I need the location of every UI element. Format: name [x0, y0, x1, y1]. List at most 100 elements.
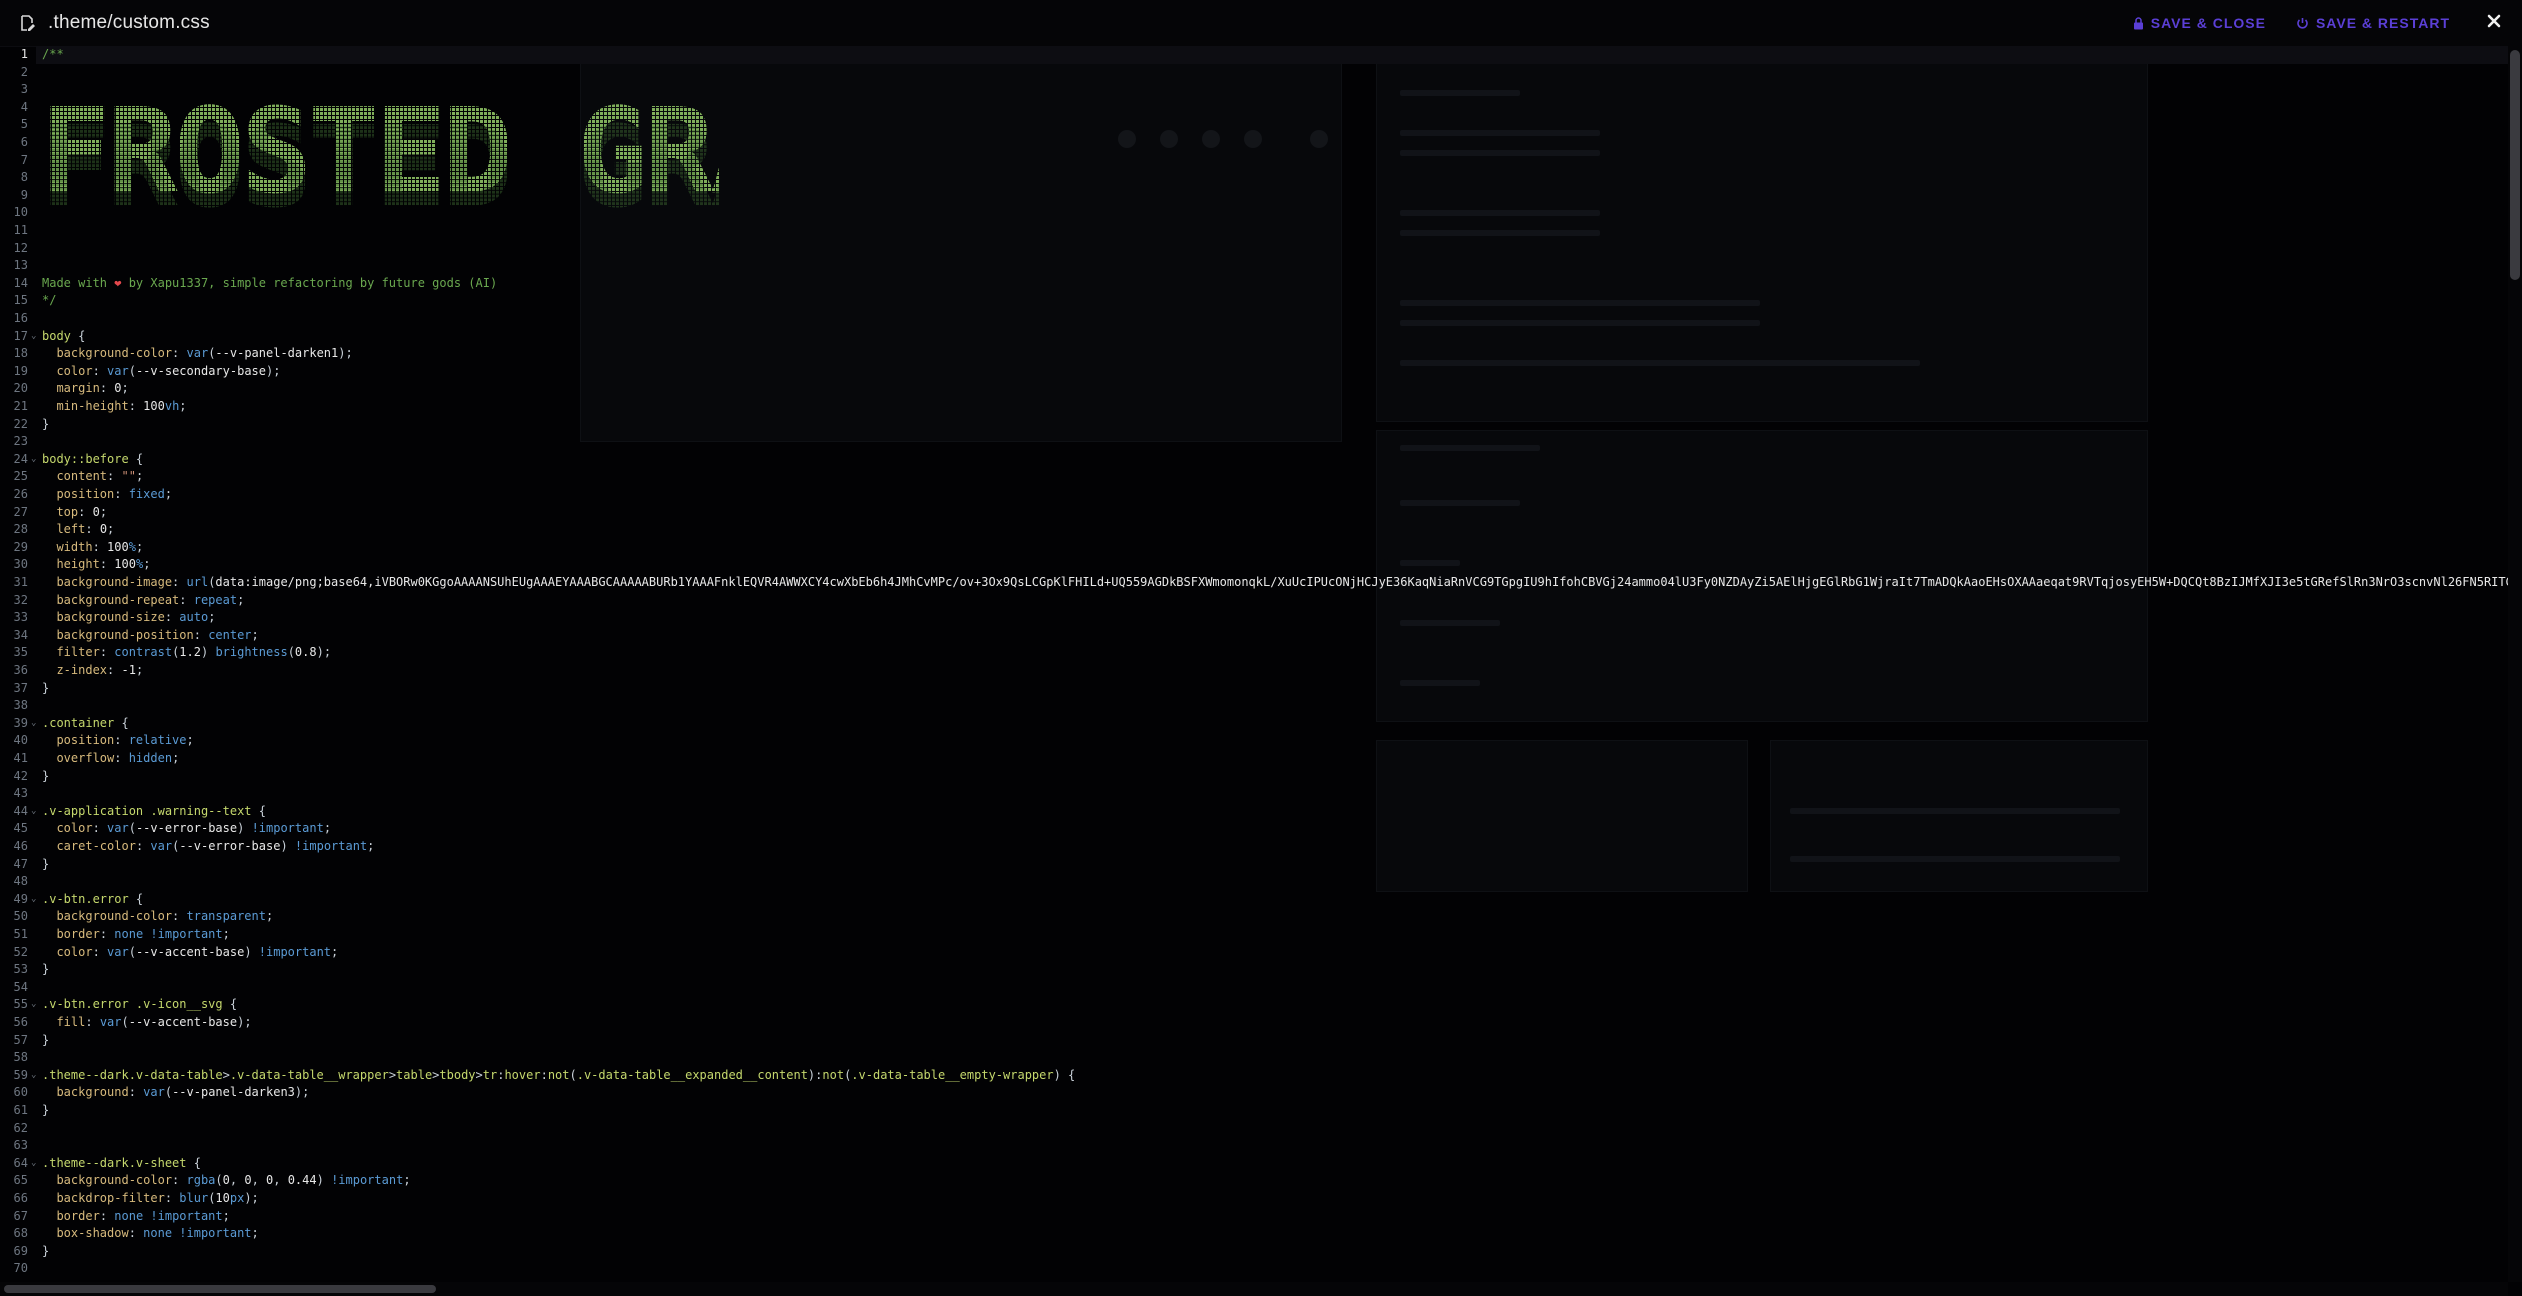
line-number: 69: [13, 1243, 28, 1258]
code-text: background-color: transparent;: [56, 909, 274, 924]
code-line[interactable]: 31 background-image: url(data:image/png;…: [0, 574, 2508, 592]
code-line[interactable]: 21 min-height: 100vh;: [0, 398, 2500, 416]
code-line[interactable]: 29 width: 100%;: [0, 539, 2500, 557]
code-text: color: var(--v-accent-base) !important;: [56, 944, 339, 959]
code-line[interactable]: 51 border: none !important;: [0, 926, 2500, 944]
code-line[interactable]: 40 position: relative;: [0, 732, 2500, 750]
line-number: 64: [13, 1155, 28, 1170]
code-line[interactable]: 18 background-color: var(--v-panel-darke…: [0, 345, 2500, 363]
fold-chevron-icon[interactable]: ⌄: [31, 996, 36, 1014]
code-line[interactable]: 60 background: var(--v-panel-darken3);: [0, 1084, 2500, 1102]
fold-chevron-icon[interactable]: ⌄: [31, 451, 36, 469]
code-line[interactable]: 26 position: fixed;: [0, 486, 2500, 504]
code-line[interactable]: 32 background-repeat: repeat;: [0, 592, 2500, 610]
code-line[interactable]: 41 overflow: hidden;: [0, 750, 2500, 768]
line-number: 17: [13, 328, 28, 343]
code-line[interactable]: 56 fill: var(--v-accent-base);: [0, 1014, 2500, 1032]
code-line[interactable]: 25 content: "";: [0, 468, 2500, 486]
line-number: 20: [13, 381, 28, 396]
line-number: 63: [13, 1138, 28, 1153]
code-line[interactable]: 16: [0, 310, 2500, 328]
editor-title-bar: .theme/custom.css SAVE & CLOSE SAVE & RE…: [0, 0, 2522, 47]
code-line[interactable]: 63: [0, 1137, 2500, 1155]
code-text: content: "";: [56, 469, 144, 484]
code-line[interactable]: 37}: [0, 680, 2500, 698]
line-number: 66: [13, 1191, 28, 1205]
code-line[interactable]: 44 ⌄ .v-application .warning--text {: [0, 803, 2500, 821]
code-line[interactable]: 17 ⌄ body {: [0, 328, 2500, 346]
code-line[interactable]: 52 color: var(--v-accent-base) !importan…: [0, 944, 2500, 962]
code-line[interactable]: 14 Made with ❤ by Xapu1337, simple refact…: [0, 275, 2500, 293]
code-line[interactable]: 30 height: 100%;: [0, 556, 2500, 574]
code-line[interactable]: 13: [0, 257, 2500, 275]
code-line[interactable]: 35 filter: contrast(1.2) brightness(0.8)…: [0, 644, 2500, 662]
code-line[interactable]: 50 background-color: transparent;: [0, 908, 2500, 926]
line-number: 25: [13, 469, 28, 484]
code-line[interactable]: 68 box-shadow: none !important;: [0, 1225, 2500, 1243]
editor-file-title: .theme/custom.css: [48, 12, 210, 33]
horizontal-scrollbar[interactable]: [0, 1282, 2508, 1296]
code-text: position: relative;: [56, 733, 194, 748]
fold-chevron-icon[interactable]: ⌄: [31, 1155, 36, 1173]
close-button[interactable]: [2480, 9, 2508, 37]
line-number: 27: [13, 504, 28, 519]
code-editor[interactable]: 1/** 2 3 4 5 6 7 8 9 10 11 12 13 14 Made with ❤ by Xap…: [0, 46, 2508, 1282]
code-line[interactable]: 34 background-position: center;: [0, 627, 2500, 645]
vertical-scrollbar[interactable]: [2508, 46, 2522, 1282]
fold-chevron-icon[interactable]: ⌄: [31, 891, 36, 909]
line-number: 42: [13, 768, 28, 783]
code-line[interactable]: 59 ⌄ .theme--dark.v-data-table>.v-data-tab…: [0, 1067, 2500, 1085]
code-line[interactable]: 58: [0, 1049, 2500, 1067]
code-line[interactable]: 38: [0, 697, 2500, 715]
vertical-scroll-thumb[interactable]: [2510, 50, 2520, 280]
code-line[interactable]: 39 ⌄ .container {: [0, 715, 2500, 733]
code-line[interactable]: 67 border: none !important;: [0, 1208, 2500, 1226]
code-line[interactable]: 23: [0, 433, 2500, 451]
code-line[interactable]: 33 background-size: auto;: [0, 609, 2500, 627]
code-line[interactable]: 24 ⌄ body::before {: [0, 451, 2500, 469]
code-text: }: [42, 768, 50, 783]
code-text: }: [42, 856, 50, 871]
code-line[interactable]: 45 color: var(--v-error-base) !important…: [0, 820, 2500, 838]
code-line[interactable]: 55 ⌄ .v-btn.error .v-icon__svg {: [0, 996, 2500, 1014]
fold-chevron-icon[interactable]: ⌄: [31, 328, 36, 346]
code-line[interactable]: 43: [0, 785, 2500, 803]
code-line[interactable]: 53}: [0, 961, 2500, 979]
code-line[interactable]: 15 */: [0, 292, 2500, 310]
code-line[interactable]: 48: [0, 873, 2500, 891]
code-line[interactable]: 20 margin: 0;: [0, 380, 2500, 398]
code-line[interactable]: 64 ⌄ .theme--dark.v-sheet {: [0, 1155, 2500, 1173]
line-number: 53: [13, 962, 28, 977]
code-text: .v-application .warning--text {: [42, 803, 266, 818]
save-close-button[interactable]: SAVE & CLOSE: [2133, 15, 2266, 31]
line-number: 68: [13, 1226, 28, 1241]
code-line[interactable]: 47}: [0, 856, 2500, 874]
line-number: 32: [13, 592, 28, 607]
fold-chevron-icon[interactable]: ⌄: [31, 803, 36, 821]
code-line[interactable]: 36 z-index: -1;: [0, 662, 2500, 680]
code-line[interactable]: 2: [0, 64, 2500, 82]
code-text: background-position: center;: [56, 627, 259, 642]
code-line[interactable]: 49 ⌄ .v-btn.error {: [0, 891, 2500, 909]
code-line[interactable]: 19 color: var(--v-secondary-base);: [0, 363, 2500, 381]
code-line[interactable]: 70: [0, 1260, 2500, 1278]
code-line[interactable]: 69}: [0, 1243, 2500, 1261]
code-line[interactable]: 22}: [0, 416, 2500, 434]
horizontal-scroll-thumb[interactable]: [4, 1285, 436, 1293]
save-restart-button[interactable]: SAVE & RESTART: [2296, 15, 2450, 31]
code-line[interactable]: 66 backdrop-filter: blur(10px);: [0, 1190, 2500, 1208]
code-line[interactable]: 65 background-color: rgba(0, 0, 0, 0.44)…: [0, 1172, 2500, 1190]
code-line[interactable]: 61}: [0, 1102, 2500, 1120]
line-number: 58: [13, 1050, 28, 1065]
code-line[interactable]: 62: [0, 1120, 2500, 1138]
code-line[interactable]: 27 top: 0;: [0, 504, 2500, 522]
fold-chevron-icon[interactable]: ⌄: [31, 1067, 36, 1085]
code-line[interactable]: 42}: [0, 768, 2500, 786]
code-line[interactable]: 46 caret-color: var(--v-error-base) !imp…: [0, 838, 2500, 856]
code-line[interactable]: 54: [0, 979, 2500, 997]
code-line[interactable]: 28 left: 0;: [0, 521, 2500, 539]
line-number: 57: [13, 1032, 28, 1047]
fold-chevron-icon[interactable]: ⌄: [31, 715, 36, 733]
code-line[interactable]: 57}: [0, 1032, 2500, 1050]
code-line[interactable]: 1 /**: [0, 46, 2508, 64]
